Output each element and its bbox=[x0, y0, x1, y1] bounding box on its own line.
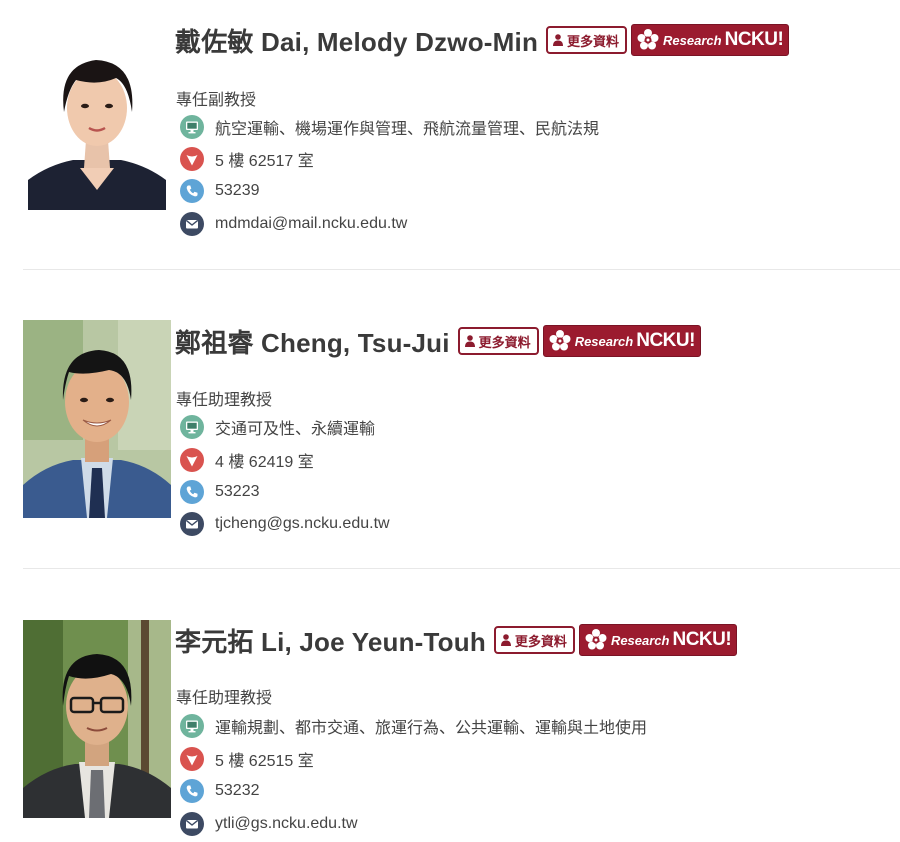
office-text: 5 樓 62515 室 bbox=[215, 753, 314, 770]
monitor-icon bbox=[180, 415, 204, 439]
office-text: 4 樓 62419 室 bbox=[215, 454, 314, 471]
research-label: Research bbox=[663, 32, 722, 48]
research-areas-row: 交通可及性、永續運輸 bbox=[180, 414, 375, 440]
more-info-button[interactable]: 更多資料 bbox=[546, 26, 628, 54]
phone-icon bbox=[180, 779, 204, 803]
research-ncku-button[interactable]: Research NCKU! bbox=[578, 624, 738, 656]
phoenix-flower-icon bbox=[549, 330, 571, 351]
research-areas-row: 航空運輸、機場運作與管理、飛航流量管理、民航法規 bbox=[180, 114, 599, 140]
divider bbox=[23, 568, 900, 569]
faculty-photo bbox=[28, 20, 166, 210]
research-ncku-button[interactable]: Research NCKU! bbox=[542, 325, 701, 357]
location-icon bbox=[180, 747, 204, 771]
office-row: 4 樓 62419 室 bbox=[180, 447, 314, 473]
research-brand: NCKU! bbox=[636, 330, 695, 351]
monitor-icon bbox=[180, 115, 204, 139]
faculty-title: 專任助理教授 bbox=[176, 690, 273, 707]
email-row[interactable]: mdmdai@mail.ncku.edu.tw bbox=[180, 211, 407, 237]
phone-row: 53232 bbox=[180, 778, 260, 804]
more-info-button[interactable]: 更多資料 bbox=[457, 327, 539, 355]
phone-row: 53223 bbox=[180, 479, 260, 505]
office-text: 5 樓 62517 室 bbox=[215, 153, 314, 170]
location-icon bbox=[180, 147, 204, 171]
phone-icon bbox=[180, 179, 204, 203]
research-brand: NCKU! bbox=[724, 29, 784, 50]
more-info-label: 更多資料 bbox=[478, 334, 531, 350]
location-icon bbox=[180, 448, 204, 472]
mail-icon bbox=[180, 812, 204, 836]
monitor-icon bbox=[180, 714, 204, 738]
faculty-name: 鄭祖睿 Cheng, Tsu-Jui bbox=[175, 327, 450, 358]
person-icon bbox=[464, 335, 475, 347]
research-areas-text: 航空運輸、機場運作與管理、飛航流量管理、民航法規 bbox=[215, 121, 600, 138]
email-link[interactable]: tjcheng@gs.ncku.edu.tw bbox=[215, 515, 390, 533]
email-row[interactable]: ytli@gs.ncku.edu.tw bbox=[180, 811, 358, 837]
email-link[interactable]: mdmdai@mail.ncku.edu.tw bbox=[215, 215, 407, 233]
faculty-name: 李元拓 Li, Joe Yeun-Touh bbox=[175, 626, 486, 657]
email-link[interactable]: ytli@gs.ncku.edu.tw bbox=[215, 815, 358, 833]
divider bbox=[23, 269, 900, 270]
person-icon bbox=[553, 34, 564, 46]
research-areas-text: 運輸規劃、都市交通、旅運行為、公共運輸、運輸與土地使用 bbox=[215, 720, 648, 737]
office-row: 5 樓 62517 室 bbox=[180, 146, 314, 172]
more-info-label: 更多資料 bbox=[567, 33, 620, 49]
faculty-title: 專任助理教授 bbox=[176, 392, 273, 409]
phone-row: 53239 bbox=[180, 178, 260, 204]
faculty-title: 專任副教授 bbox=[176, 92, 257, 109]
research-areas-text: 交通可及性、永續運輸 bbox=[215, 421, 376, 438]
research-brand: NCKU! bbox=[672, 629, 732, 650]
mail-icon bbox=[180, 212, 204, 236]
research-label: Research bbox=[574, 333, 634, 349]
faculty-photo bbox=[23, 620, 171, 818]
mail-icon bbox=[180, 512, 204, 536]
faculty-photo bbox=[23, 320, 171, 518]
faculty-name: 戴佐敏 Dai, Melody Dzwo-Min bbox=[175, 26, 539, 57]
phoenix-flower-icon bbox=[585, 629, 607, 650]
research-label: Research bbox=[610, 632, 670, 648]
faculty-card: 鄭祖睿 Cheng, Tsu-Jui 更多資料 Research NCKU! 專… bbox=[0, 300, 900, 600]
research-ncku-button[interactable]: Research NCKU! bbox=[631, 24, 790, 56]
office-row: 5 樓 62515 室 bbox=[180, 746, 314, 772]
phone-text: 53239 bbox=[215, 182, 260, 199]
person-icon bbox=[500, 634, 511, 646]
phone-icon bbox=[180, 480, 204, 504]
faculty-card: 李元拓 Li, Joe Yeun-Touh 更多資料 Research NCKU… bbox=[0, 600, 900, 842]
more-info-button[interactable]: 更多資料 bbox=[493, 626, 575, 654]
phone-text: 53223 bbox=[215, 483, 260, 500]
phoenix-flower-icon bbox=[637, 29, 659, 50]
phone-text: 53232 bbox=[215, 782, 260, 799]
more-info-label: 更多資料 bbox=[514, 633, 567, 649]
faculty-card: 戴佐敏 Dai, Melody Dzwo-Min 更多資料 Research N… bbox=[0, 0, 900, 300]
email-row[interactable]: tjcheng@gs.ncku.edu.tw bbox=[180, 511, 390, 537]
research-areas-row: 運輸規劃、都市交通、旅運行為、公共運輸、運輸與土地使用 bbox=[180, 713, 647, 739]
